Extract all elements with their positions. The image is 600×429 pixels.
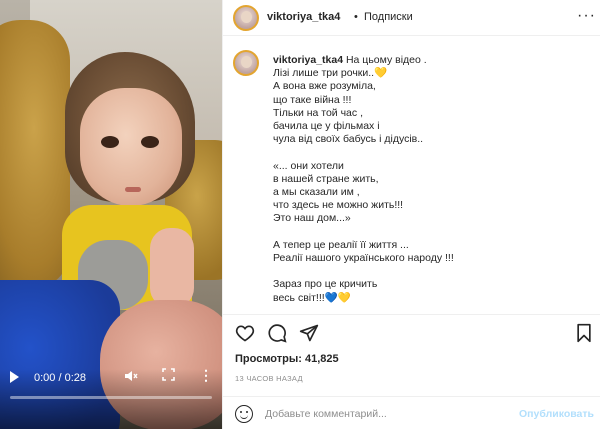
caption-text: viktoriya_tka4 На цьому відео . Лізі лиш… [273,54,593,305]
views-value: 41,825 [304,353,339,365]
video-child-eye [101,136,119,148]
post-actions [223,314,600,352]
follow-button[interactable]: Подписки [364,11,413,23]
comment-icon[interactable] [267,323,287,343]
caption-username[interactable]: viktoriya_tka4 [273,54,343,66]
video-child-eye [141,136,159,148]
avatar[interactable] [233,50,259,76]
comment-bar: Опубликовать [223,396,600,429]
post-header: viktoriya_tka4 • Подписки ··· [223,0,600,36]
post-caption: viktoriya_tka4 На цьому відео . Лізі лиш… [223,44,600,314]
video-sofa [0,20,70,290]
caption-body: На цьому відео . Лізі лише три рочки..💛 … [273,54,454,304]
post-panel: viktoriya_tka4 • Подписки ··· viktoriya_… [222,0,600,429]
view-count: Просмотры: 41,825 [235,353,339,365]
video-progress-bar[interactable] [10,396,212,399]
mute-icon[interactable] [124,369,138,386]
post-timestamp[interactable]: 13 ЧАСОВ НАЗАД [235,374,303,383]
more-options-icon[interactable]: ⋮ [199,367,213,384]
more-menu-icon[interactable]: ··· [577,7,596,25]
header-username[interactable]: viktoriya_tka4 [267,11,340,23]
emoji-icon[interactable] [235,405,253,423]
share-icon[interactable] [299,323,319,343]
video-child-mouth [125,187,141,192]
heart-icon[interactable] [235,323,255,343]
header-separator: • [354,11,358,23]
video-player[interactable]: 0:00 / 0:28 ⋮ [0,0,222,429]
views-label: Просмотры: [235,353,302,365]
play-icon[interactable] [10,371,19,383]
publish-button[interactable]: Опубликовать [519,408,594,420]
video-time: 0:00 / 0:28 [34,372,86,384]
comment-input[interactable] [265,405,505,423]
video-frame[interactable] [0,0,222,429]
avatar-face [241,11,252,23]
avatar-face [241,56,252,68]
video-child-arm [150,228,194,308]
fullscreen-icon[interactable] [162,368,175,384]
bookmark-icon[interactable] [575,323,595,343]
avatar[interactable] [233,5,259,31]
